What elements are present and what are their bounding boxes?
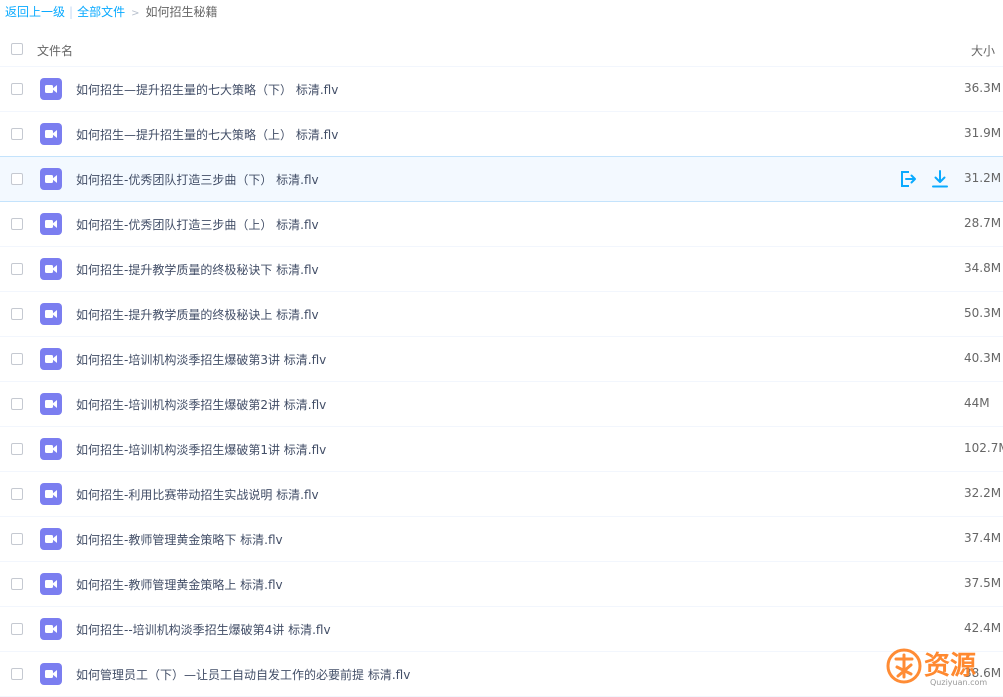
table-row[interactable]: 如何招生-培训机构淡季招生爆破第2讲 标清.flv 44M [0, 382, 1003, 427]
row-checkbox[interactable] [11, 668, 23, 680]
file-size: 37.5M [964, 576, 1002, 590]
video-file-icon [40, 213, 62, 235]
download-icon[interactable] [930, 169, 950, 189]
back-link[interactable]: 返回上一级 [5, 5, 65, 19]
table-row[interactable]: 如何招生-教师管理黄金策略下 标清.flv 37.4M [0, 517, 1003, 562]
table-row[interactable]: 如何招生—提升招生量的七大策略（上） 标清.flv 31.9M [0, 112, 1003, 157]
row-checkbox[interactable] [11, 488, 23, 500]
file-name-link[interactable]: 如何招生-培训机构淡季招生爆破第1讲 标清.flv [76, 441, 326, 458]
table-row[interactable]: 如何招生-提升教学质量的终极秘诀上 标清.flv 50.3M [0, 292, 1003, 337]
column-header-name[interactable]: 文件名 [37, 42, 73, 59]
row-checkbox[interactable] [11, 128, 23, 140]
table-row[interactable]: 如何招生-培训机构淡季招生爆破第1讲 标清.flv 102.7M [0, 427, 1003, 472]
file-size: 50.3M [964, 306, 1002, 320]
file-name-link[interactable]: 如何招生-优秀团队打造三步曲（下） 标清.flv [76, 171, 319, 188]
video-file-icon [40, 618, 62, 640]
file-name-link[interactable]: 如何招生-培训机构淡季招生爆破第3讲 标清.flv [76, 351, 326, 368]
file-size: 44M [964, 396, 990, 410]
video-file-icon [40, 168, 62, 190]
video-file-icon [40, 393, 62, 415]
file-size: 31.2M [964, 171, 1002, 185]
row-checkbox[interactable] [11, 443, 23, 455]
file-size: 37.4M [964, 531, 1002, 545]
all-files-link[interactable]: 全部文件 [77, 5, 125, 19]
file-name-link[interactable]: 如何招生-提升教学质量的终极秘诀上 标清.flv [76, 306, 319, 323]
row-checkbox[interactable] [11, 308, 23, 320]
breadcrumb: 返回上一级 | 全部文件 > 如何招生秘籍 [5, 4, 217, 20]
file-name-link[interactable]: 如何招生-提升教学质量的终极秘诀下 标清.flv [76, 261, 319, 278]
row-checkbox[interactable] [11, 578, 23, 590]
table-row[interactable]: 如何招生-培训机构淡季招生爆破第3讲 标清.flv 40.3M [0, 337, 1003, 382]
row-checkbox[interactable] [11, 263, 23, 275]
file-size: 40.3M [964, 351, 1002, 365]
row-checkbox[interactable] [11, 173, 23, 185]
video-file-icon [40, 258, 62, 280]
video-file-icon [40, 78, 62, 100]
table-row[interactable]: 如何招生-教师管理黄金策略上 标清.flv 37.5M [0, 562, 1003, 607]
row-checkbox[interactable] [11, 353, 23, 365]
table-row[interactable]: 如何招生-利用比赛带动招生实战说明 标清.flv 32.2M [0, 472, 1003, 517]
column-header-size[interactable]: 大小 [971, 42, 995, 59]
current-folder: 如何招生秘籍 [145, 5, 218, 19]
table-row[interactable]: 如何招生--培训机构淡季招生爆破第4讲 标清.flv 42.4M [0, 607, 1003, 652]
row-checkbox[interactable] [11, 398, 23, 410]
video-file-icon [40, 528, 62, 550]
row-checkbox[interactable] [11, 83, 23, 95]
file-name-link[interactable]: 如何招生-优秀团队打造三步曲（上） 标清.flv [76, 216, 319, 233]
file-name-link[interactable]: 如何招生-利用比赛带动招生实战说明 标清.flv [76, 486, 319, 503]
file-name-link[interactable]: 如何招生-教师管理黄金策略下 标清.flv [76, 531, 283, 548]
table-row[interactable]: 如何招生—提升招生量的七大策略（下） 标清.flv 36.3M [0, 67, 1003, 112]
file-list: 如何招生—提升招生量的七大策略（下） 标清.flv 36.3M 如何招生—提升招生量… [0, 67, 1003, 697]
video-file-icon [40, 438, 62, 460]
file-name-link[interactable]: 如何招生—提升招生量的七大策略（下） 标清.flv [76, 81, 338, 98]
file-size: 42.4M [964, 621, 1002, 635]
video-file-icon [40, 663, 62, 685]
share-icon[interactable] [898, 169, 918, 189]
file-name-link[interactable]: 如何招生-教师管理黄金策略上 标清.flv [76, 576, 283, 593]
video-file-icon [40, 123, 62, 145]
list-header: 文件名 大小 [0, 34, 1003, 67]
table-row[interactable]: 如何招生-优秀团队打造三步曲（下） 标清.flv 31.2M [0, 156, 1003, 202]
file-name-link[interactable]: 如何招生-培训机构淡季招生爆破第2讲 标清.flv [76, 396, 326, 413]
table-row[interactable]: 如何招生-优秀团队打造三步曲（上） 标清.flv 28.7M [0, 202, 1003, 247]
video-file-icon [40, 573, 62, 595]
table-row[interactable]: 如何招生-提升教学质量的终极秘诀下 标清.flv 34.8M [0, 247, 1003, 292]
file-size: 34.8M [964, 261, 1002, 275]
file-size: 38.6M [964, 666, 1002, 680]
breadcrumb-separator: | [69, 5, 74, 19]
file-size: 102.7M [964, 441, 1003, 455]
file-name-link[interactable]: 如何招生--培训机构淡季招生爆破第4讲 标清.flv [76, 621, 331, 638]
select-all-checkbox[interactable] [11, 43, 23, 55]
table-row[interactable]: 如何管理员工（下）—让员工自动自发工作的必要前提 标清.flv 38.6M [0, 652, 1003, 697]
file-size: 32.2M [964, 486, 1002, 500]
file-name-link[interactable]: 如何管理员工（下）—让员工自动自发工作的必要前提 标清.flv [76, 666, 410, 683]
video-file-icon [40, 303, 62, 325]
video-file-icon [40, 348, 62, 370]
file-size: 36.3M [964, 81, 1002, 95]
row-checkbox[interactable] [11, 533, 23, 545]
chevron-right-icon: > [131, 8, 140, 19]
file-size: 31.9M [964, 126, 1002, 140]
video-file-icon [40, 483, 62, 505]
row-checkbox[interactable] [11, 218, 23, 230]
file-name-link[interactable]: 如何招生—提升招生量的七大策略（上） 标清.flv [76, 126, 338, 143]
file-size: 28.7M [964, 216, 1002, 230]
row-checkbox[interactable] [11, 623, 23, 635]
